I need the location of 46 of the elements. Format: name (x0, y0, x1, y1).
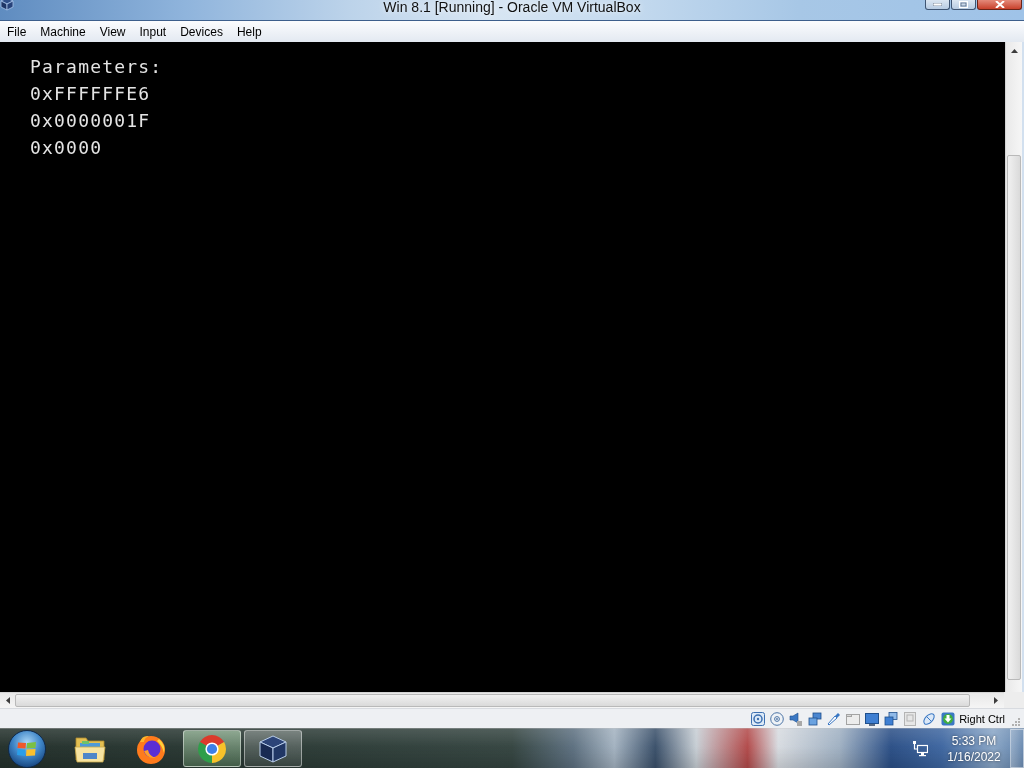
cube-icon (0, 0, 14, 11)
host-key-label: Right Ctrl (959, 712, 1005, 725)
close-icon (994, 1, 1005, 8)
mouse-icon[interactable] (922, 711, 937, 726)
pen-drive-icon[interactable] (827, 711, 842, 726)
stacked-screens-icon[interactable] (884, 711, 899, 726)
console-line: Parameters: (30, 55, 163, 79)
network-icon[interactable] (912, 740, 928, 757)
close-button[interactable] (977, 0, 1022, 10)
cube-icon (258, 733, 288, 764)
menu-item[interactable]: Input (132, 21, 174, 42)
clock-date: 1/16/2022 (947, 748, 1001, 765)
resize-grip-icon[interactable] (1011, 717, 1021, 727)
menu-item[interactable]: Help (229, 21, 269, 42)
menu-item[interactable]: View (92, 21, 133, 42)
menu-item[interactable]: Machine (33, 21, 93, 42)
down-arrow-icon[interactable] (941, 711, 956, 726)
menu-item[interactable]: File (0, 21, 34, 42)
left-arrow-icon (5, 697, 10, 704)
disc-icon[interactable] (770, 711, 785, 726)
console-line: 0xFFFFFFE6 (30, 82, 151, 106)
start-button[interactable] (8, 729, 46, 768)
clock-time: 5:33 PM (951, 732, 997, 749)
maximize-button[interactable] (951, 0, 976, 10)
minimize-icon (933, 3, 942, 6)
minimize-button[interactable] (925, 0, 950, 10)
horizontal-scrollbar[interactable] (0, 692, 1004, 708)
up-arrow-icon (1010, 48, 1018, 53)
window-title: Win 8.1 [Running] - Oracle VM VirtualBox (383, 0, 641, 14)
flag-icon (17, 739, 37, 758)
tricolor-circle-icon (196, 732, 228, 765)
taskbar-button[interactable] (244, 730, 302, 767)
taskbar-button[interactable] (183, 730, 241, 767)
monitor-icon[interactable] (865, 711, 880, 726)
speaker-icon[interactable] (789, 711, 804, 726)
folder-icon (74, 734, 106, 763)
maximize-icon (959, 1, 968, 8)
console-line: 0x0000001F (30, 109, 151, 133)
right-arrow-icon (994, 697, 998, 704)
console-line: 0x0000 (30, 136, 103, 160)
hard-disk-icon[interactable] (751, 711, 766, 726)
menu-item[interactable]: Devices (173, 21, 230, 42)
scroll-thumb[interactable] (15, 694, 970, 707)
vertical-scrollbar[interactable] (1005, 42, 1022, 692)
stacked-windows-icon[interactable] (808, 711, 823, 726)
scroll-thumb[interactable] (1007, 155, 1021, 680)
